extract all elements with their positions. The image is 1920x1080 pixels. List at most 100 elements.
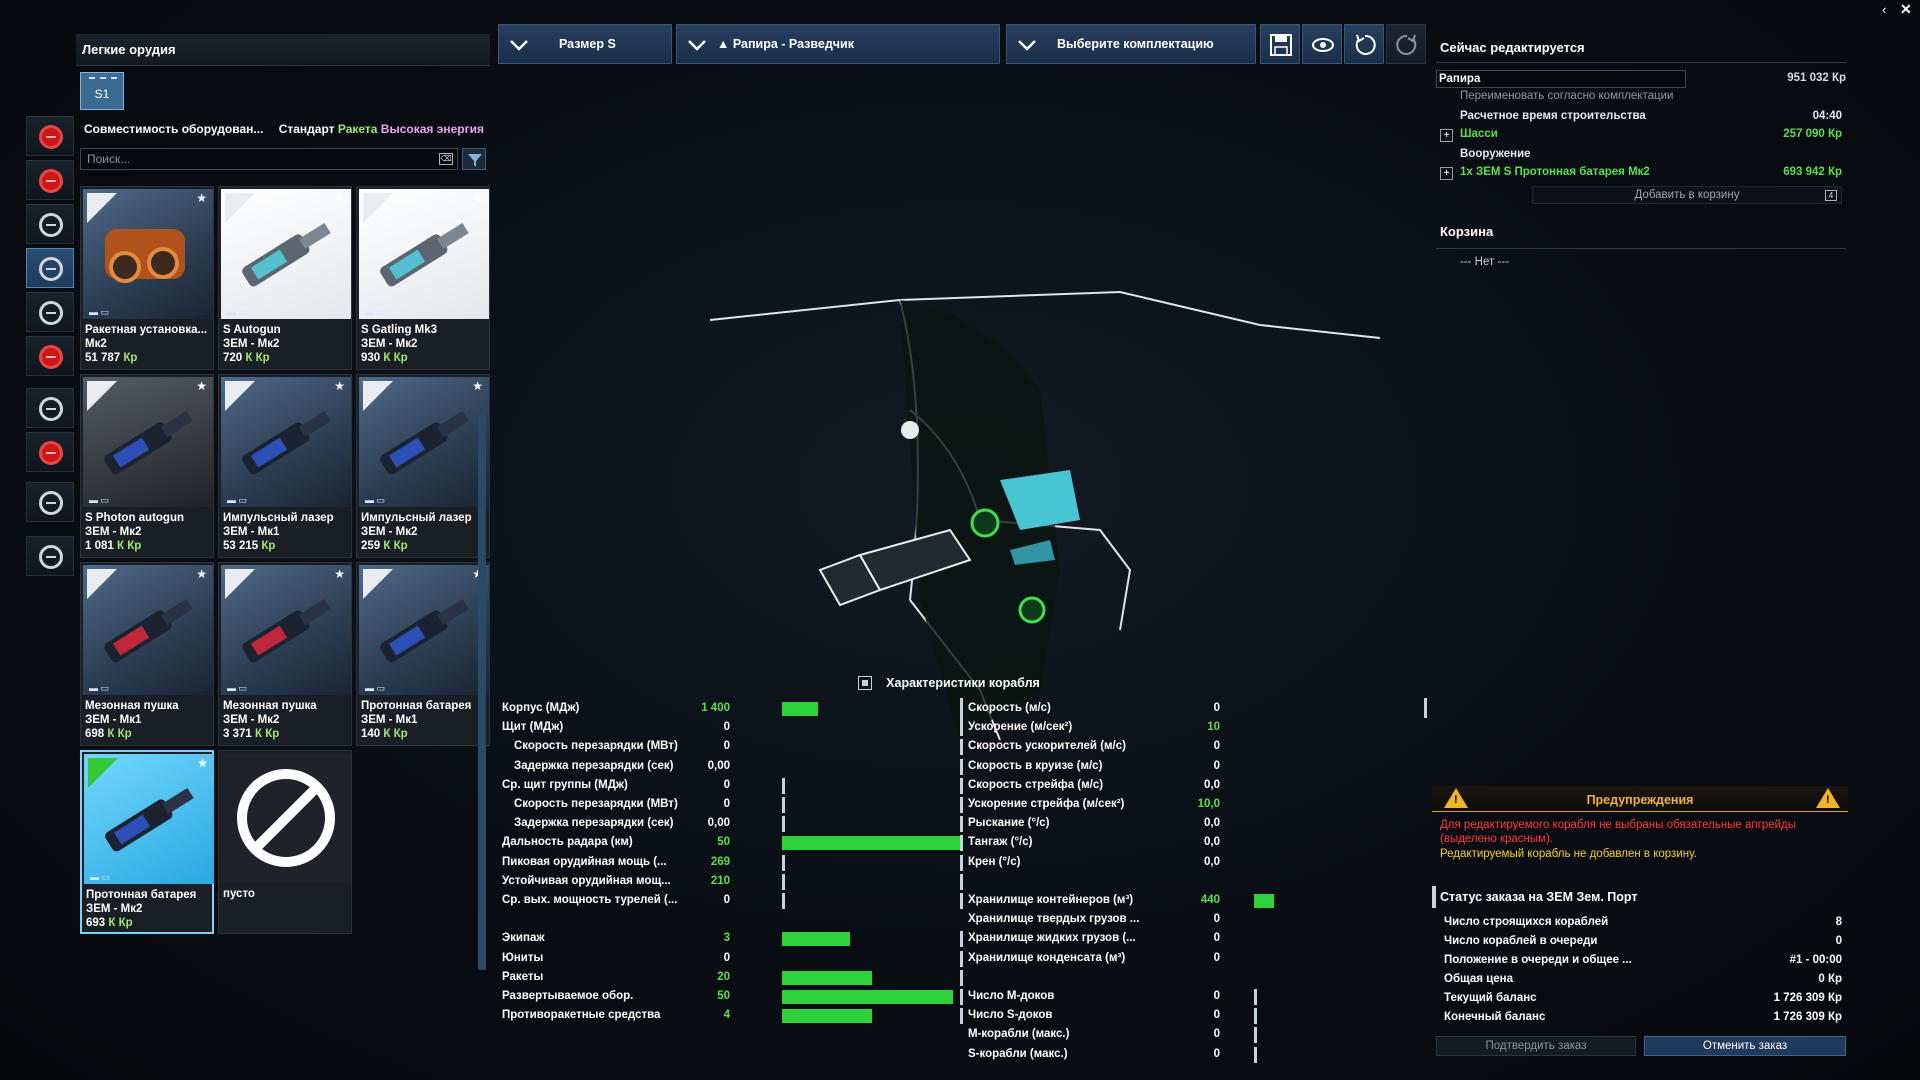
add-to-cart-button[interactable]: Добавить в корзину 4 (1532, 186, 1842, 204)
item-image: ★▬ ▭ (359, 565, 489, 695)
favorite-icon[interactable]: ★ (334, 567, 345, 581)
item-card[interactable]: ★ ▬ ▭ Протонная батарея ЗЕМ - Мк2 693 К Кр (80, 750, 214, 934)
rename-checkbox-label[interactable]: Переименовать согласно комплектации (1460, 90, 1673, 102)
column-divider (960, 816, 963, 833)
category-red-1-button[interactable] (26, 116, 74, 156)
favorite-icon[interactable]: ★ (196, 191, 207, 205)
back-icon[interactable]: ‹ (1882, 2, 1886, 17)
redo-button[interactable] (1386, 24, 1426, 64)
category-red-4-button[interactable] (26, 432, 74, 472)
slot-tab-label: S1 (94, 87, 110, 101)
compatibility-label: Совместимость оборудован... (84, 122, 264, 136)
warning-missing-upgrades: Для редактируемого корабля не выбраны об… (1440, 819, 1797, 845)
hardpoint-marker[interactable] (1018, 596, 1046, 624)
item-image: ★▬ ▭ (83, 189, 213, 319)
size-dropdown[interactable]: Размер S (498, 24, 672, 64)
stat-value: 0 (723, 721, 730, 734)
confirm-order-button[interactable]: Подтвердить заказ (1436, 1036, 1636, 1056)
stats-header[interactable]: Характеристики корабля (498, 672, 1428, 696)
search-input[interactable]: Поиск... ⌫ (80, 148, 458, 170)
favorite-icon[interactable]: ★ (472, 191, 483, 205)
stat-row: Скорость перезарядки (МВт) 0 (498, 796, 968, 814)
scrollbar[interactable] (478, 414, 486, 970)
stat-value: 10,0 (1197, 798, 1220, 810)
stat-value: 0,0 (1204, 855, 1220, 868)
order-status-value: 0 Кр (1818, 973, 1842, 985)
column-divider (960, 835, 963, 852)
compatibility-row: Совместимость оборудован... Стандарт Рак… (76, 114, 490, 140)
stat-row: Юниты 0 (498, 950, 968, 968)
ship-name-input[interactable]: Рапира (1436, 70, 1686, 88)
category-shield-button[interactable] (26, 204, 74, 244)
favorite-icon[interactable]: ★ (196, 567, 207, 581)
item-card[interactable]: ★ ▬ ▭ S Gatling Mk3 ЗЕМ - Мк2 930 К Кр (356, 186, 490, 370)
category-red-3-button[interactable] (26, 336, 74, 376)
category-gear-button[interactable] (26, 536, 74, 576)
stat-label: Тангаж (°/с) (968, 836, 1033, 849)
category-red-2-button[interactable] (26, 160, 74, 200)
item-image: ★▬ ▭ (359, 189, 489, 319)
item-name: Протонная батарея ЗЕМ - Мк1 140 К Кр (361, 700, 472, 740)
favorite-icon[interactable]: ★ (472, 379, 483, 393)
item-card[interactable]: ★ ▬ ▭ Импульсный лазер ЗЕМ - Мк2 259 К Кр (356, 374, 490, 558)
order-status-value: 1 726 309 Кр (1773, 1011, 1842, 1023)
stat-row: Хранилище контейнеров (м³) 440 (964, 892, 1428, 910)
save-icon (1270, 34, 1292, 56)
column-divider (1424, 698, 1427, 718)
stat-row: Ср. щит группы (МДж) 0 (498, 777, 968, 795)
order-status-row: Число кораблей в очереди 0 (1436, 933, 1846, 951)
item-card[interactable]: ★ ▬ ▭ Мезонная пушка ЗЕМ - Мк2 3 371 К Кр (218, 562, 352, 746)
hardpoint-marker[interactable] (970, 508, 1000, 538)
item-card[interactable]: ★ ▬ ▭ S Photon autogun ЗЕМ - Мк2 1 081 К Кр (80, 374, 214, 558)
item-name: Ракетная установка... Мк2 51 787 Кр (85, 324, 208, 364)
filter-button[interactable] (462, 148, 486, 170)
item-card[interactable]: ★ ▬ ▭ Мезонная пушка ЗЕМ - Мк1 698 К Кр (80, 562, 214, 746)
hardpoint-marker[interactable] (901, 421, 919, 439)
weapon-model-icon (242, 410, 331, 475)
stat-value: 0,0 (1204, 817, 1220, 830)
item-name: Импульсный лазер ЗЕМ - Мк1 53 215 Кр (223, 512, 334, 552)
column-divider (960, 893, 963, 909)
category-light-weapons-button[interactable] (26, 248, 74, 288)
category-engine-button[interactable] (26, 388, 74, 428)
view-button[interactable] (1302, 24, 1342, 64)
close-icon[interactable]: ✕ (1900, 1, 1912, 18)
stat-row: Ускорение (м/сек²) 10 (964, 719, 1428, 737)
favorite-icon[interactable]: ★ (334, 379, 345, 393)
category-missile-button[interactable] (26, 292, 74, 332)
editing-title: Сейчас редактируется (1440, 40, 1585, 55)
undo-button[interactable] (1344, 24, 1384, 64)
ship-dropdown[interactable]: ▲ Рапира - Разведчик (676, 24, 1000, 64)
expand-icon[interactable]: + (1440, 129, 1453, 142)
favorite-icon[interactable]: ★ (197, 756, 208, 770)
save-button[interactable] (1260, 24, 1300, 64)
order-status-label: Положение в очереди и общее ... (1444, 954, 1632, 966)
item-image: ★▬ ▭ (83, 565, 213, 695)
engine-icon (39, 397, 63, 421)
favorite-icon[interactable]: ★ (334, 191, 345, 205)
weapon-item-price: 693 942 Кр (1783, 166, 1842, 178)
stats-column-right: Скорость (м/с) 0 Ускорение (м/сек²) 10 Скоро… (964, 700, 1428, 1063)
item-card[interactable]: пусто (218, 750, 352, 934)
slot-tab-s1[interactable]: S1 (80, 72, 124, 110)
ship-stats-panel: Характеристики корабля Корпус (МДж) 1 400… (498, 672, 1428, 1066)
item-card[interactable]: ★ ▬ ▭ S Autogun ЗЕМ - Мк2 720 К Кр (218, 186, 352, 370)
expand-icon[interactable]: + (1440, 167, 1453, 180)
hull-row[interactable]: + Шасси 257 090 Кр (1436, 126, 1846, 144)
clear-search-icon[interactable]: ⌫ (439, 153, 453, 165)
stat-value: 0 (1213, 932, 1220, 945)
weapon-item-row[interactable]: + 1x ЗЕМ S Протонная батарея Мк2 693 942… (1436, 164, 1846, 182)
order-status-label: Число строящихся кораблей (1444, 916, 1609, 928)
stat-label: Задержка перезарядки (сек) (514, 817, 674, 830)
stat-tick (782, 816, 785, 833)
item-card[interactable]: ★ ▬ ▭ Ракетная установка... Мк2 51 787 Кр (80, 186, 214, 370)
order-status-label: Общая цена (1444, 973, 1513, 985)
stat-label: Скорость перезарядки (МВт) (514, 798, 678, 810)
cancel-order-button[interactable]: Отменить заказ (1644, 1036, 1846, 1056)
stat-row: Задержка перезарядки (сек) 0,00 (498, 815, 968, 833)
loadout-dropdown[interactable]: Выберите комплектацию (1006, 24, 1256, 64)
item-card[interactable]: ★▬ ▭ Протонная батареяЗЕМ - Мк1140 К Кр (356, 562, 490, 746)
favorite-icon[interactable]: ★ (196, 379, 207, 393)
category-disabled-button[interactable] (26, 482, 74, 522)
item-card[interactable]: ★ ▬ ▭ Импульсный лазер ЗЕМ - Мк1 53 215 Кр (218, 374, 352, 558)
